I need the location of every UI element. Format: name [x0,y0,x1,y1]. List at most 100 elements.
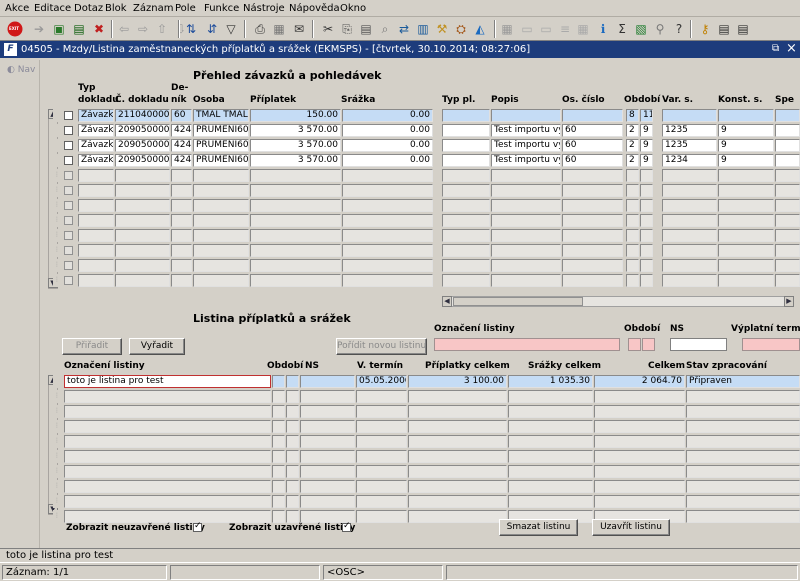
form-icon[interactable]: ▭ [518,20,536,38]
overview-cell-typ[interactable] [78,199,114,212]
image-icon[interactable]: ▦ [270,20,288,38]
menu-zaznam[interactable]: Záznam [133,3,173,14]
overview-cell-priplatek[interactable] [250,229,341,242]
overview-cell-obd1[interactable] [626,199,639,212]
list-cell-srazky[interactable] [508,465,593,478]
overview-cell-obd1[interactable] [626,184,639,197]
cut-icon[interactable]: ✂ [319,20,337,38]
list-cell-ns[interactable] [300,375,355,388]
overview-cell-obd2[interactable]: 11 [640,109,653,122]
paste-icon[interactable]: ▤ [357,20,375,38]
list-cell-priplatky[interactable] [408,495,507,508]
overview-cell-konst-s[interactable] [718,199,774,212]
overview-cell-obd2[interactable] [640,169,653,182]
overview-cell-doklad[interactable] [115,259,170,272]
overview-cell-os-cislo[interactable] [562,274,623,287]
overview-cell-doklad[interactable] [115,244,170,257]
table-icon[interactable]: ▥ [414,20,432,38]
list-cell-oznaceni[interactable]: toto je listina pro test [64,375,271,388]
previous-icon[interactable]: ⇦ [115,20,133,38]
row-select-checkbox[interactable] [64,216,73,225]
overview-cell-doklad[interactable] [115,214,170,227]
list-cell-priplatky[interactable] [408,405,507,418]
overview-cell-osoba[interactable] [193,259,249,272]
list-cell-ns[interactable] [300,405,355,418]
row-select-checkbox[interactable] [64,186,73,195]
list-cell-oznaceni[interactable] [64,435,271,448]
overview-cell-doklad[interactable] [115,229,170,242]
list-cell-v-termin[interactable] [356,480,407,493]
list-cell-celkem[interactable] [594,480,685,493]
overview-cell-denik[interactable] [171,169,192,182]
overview-cell-obd1[interactable] [626,274,639,287]
row-select-checkbox[interactable] [64,261,73,270]
overview-cell-popis[interactable] [491,259,561,272]
list-cell-v-termin[interactable] [356,435,407,448]
overview-cell-typ-pl[interactable] [442,139,490,152]
close-list-button[interactable]: Uzavřít listinu [592,519,670,536]
overview-cell-obd2[interactable] [640,214,653,227]
list-cell-v-termin[interactable] [356,390,407,403]
list-cell-oznaceni[interactable] [64,465,271,478]
overview-cell-typ-pl[interactable] [442,229,490,242]
overview-cell-typ[interactable]: Závazky [78,109,114,122]
overview-cell-obd2[interactable] [640,259,653,272]
overview-cell-typ[interactable] [78,229,114,242]
transfer-icon[interactable]: ⇄ [395,20,413,38]
sort-desc-icon[interactable]: ⇵ [203,20,221,38]
list-cell-celkem[interactable] [594,450,685,463]
overview-cell-os-cislo[interactable] [562,214,623,227]
overview-cell-osoba[interactable]: TMAL TMALEI [193,109,249,122]
overview-cell-typ-pl[interactable] [442,199,490,212]
overview-cell-priplatek[interactable]: 3 570.00 [250,139,341,152]
row-select-checkbox[interactable] [64,126,73,135]
row-select-checkbox[interactable] [64,156,73,165]
list-cell-v-termin[interactable] [356,450,407,463]
overview-cell-obd1[interactable]: 8 [626,109,639,122]
scroll-right-icon[interactable]: ▶ [784,296,794,307]
run-icon[interactable]: ⛭ [452,20,470,38]
list-cell-srazky[interactable] [508,435,593,448]
key-icon[interactable]: ⚷ [696,20,714,38]
overview-cell-typ[interactable] [78,244,114,257]
list-cell-srazky[interactable] [508,495,593,508]
list-cell-v-termin[interactable] [356,465,407,478]
list-cell-ns[interactable] [300,480,355,493]
list-cell-celkem[interactable] [594,420,685,433]
list-cell-stav[interactable]: Připraven [686,375,800,388]
list-cell-v-termin[interactable] [356,405,407,418]
list-cell-obd2[interactable] [286,510,299,523]
row-select-checkbox[interactable] [64,141,73,150]
exit-button[interactable]: EXIT [6,20,24,38]
list-cell-obd1[interactable] [272,435,285,448]
list-cell-oznaceni[interactable] [64,510,271,523]
list-cell-ns[interactable] [300,450,355,463]
overview-cell-obd1[interactable] [626,259,639,272]
nav-panel[interactable]: ◐ Nav [2,60,40,548]
list-cell-srazky[interactable]: 1 035.30 [508,375,593,388]
notes-icon[interactable]: ▤ [734,20,752,38]
overview-cell-doklad[interactable]: 2090500001 [115,139,170,152]
calendar-icon[interactable]: ▦ [574,20,592,38]
menu-okno[interactable]: Okno [340,3,366,14]
unassign-button[interactable]: Vyřadit [129,338,185,355]
row-select-checkbox[interactable] [64,231,73,240]
overview-cell-typ[interactable] [78,184,114,197]
list-cell-stav[interactable] [686,390,800,403]
list-cell-obd2[interactable] [286,405,299,418]
next-icon[interactable]: ⇨ [134,20,152,38]
overview-cell-popis[interactable]: Test importu vyúč [491,124,561,137]
overview-cell-osoba[interactable] [193,199,249,212]
overview-cell-spe[interactable] [775,169,800,182]
overview-cell-os-cislo[interactable]: 60 [562,154,623,167]
list-cell-oznaceni[interactable] [64,495,271,508]
overview-cell-srazka[interactable] [342,199,433,212]
grid-icon[interactable]: ▦ [498,20,516,38]
overview-cell-srazka[interactable] [342,184,433,197]
overview-cell-obd1[interactable]: 2 [626,124,639,137]
list-cell-obd2[interactable] [286,420,299,433]
list-cell-v-termin[interactable] [356,495,407,508]
overview-cell-doklad[interactable]: 2090500009 [115,154,170,167]
overview-cell-os-cislo[interactable] [562,244,623,257]
overview-cell-srazka[interactable]: 0.00 [342,109,433,122]
